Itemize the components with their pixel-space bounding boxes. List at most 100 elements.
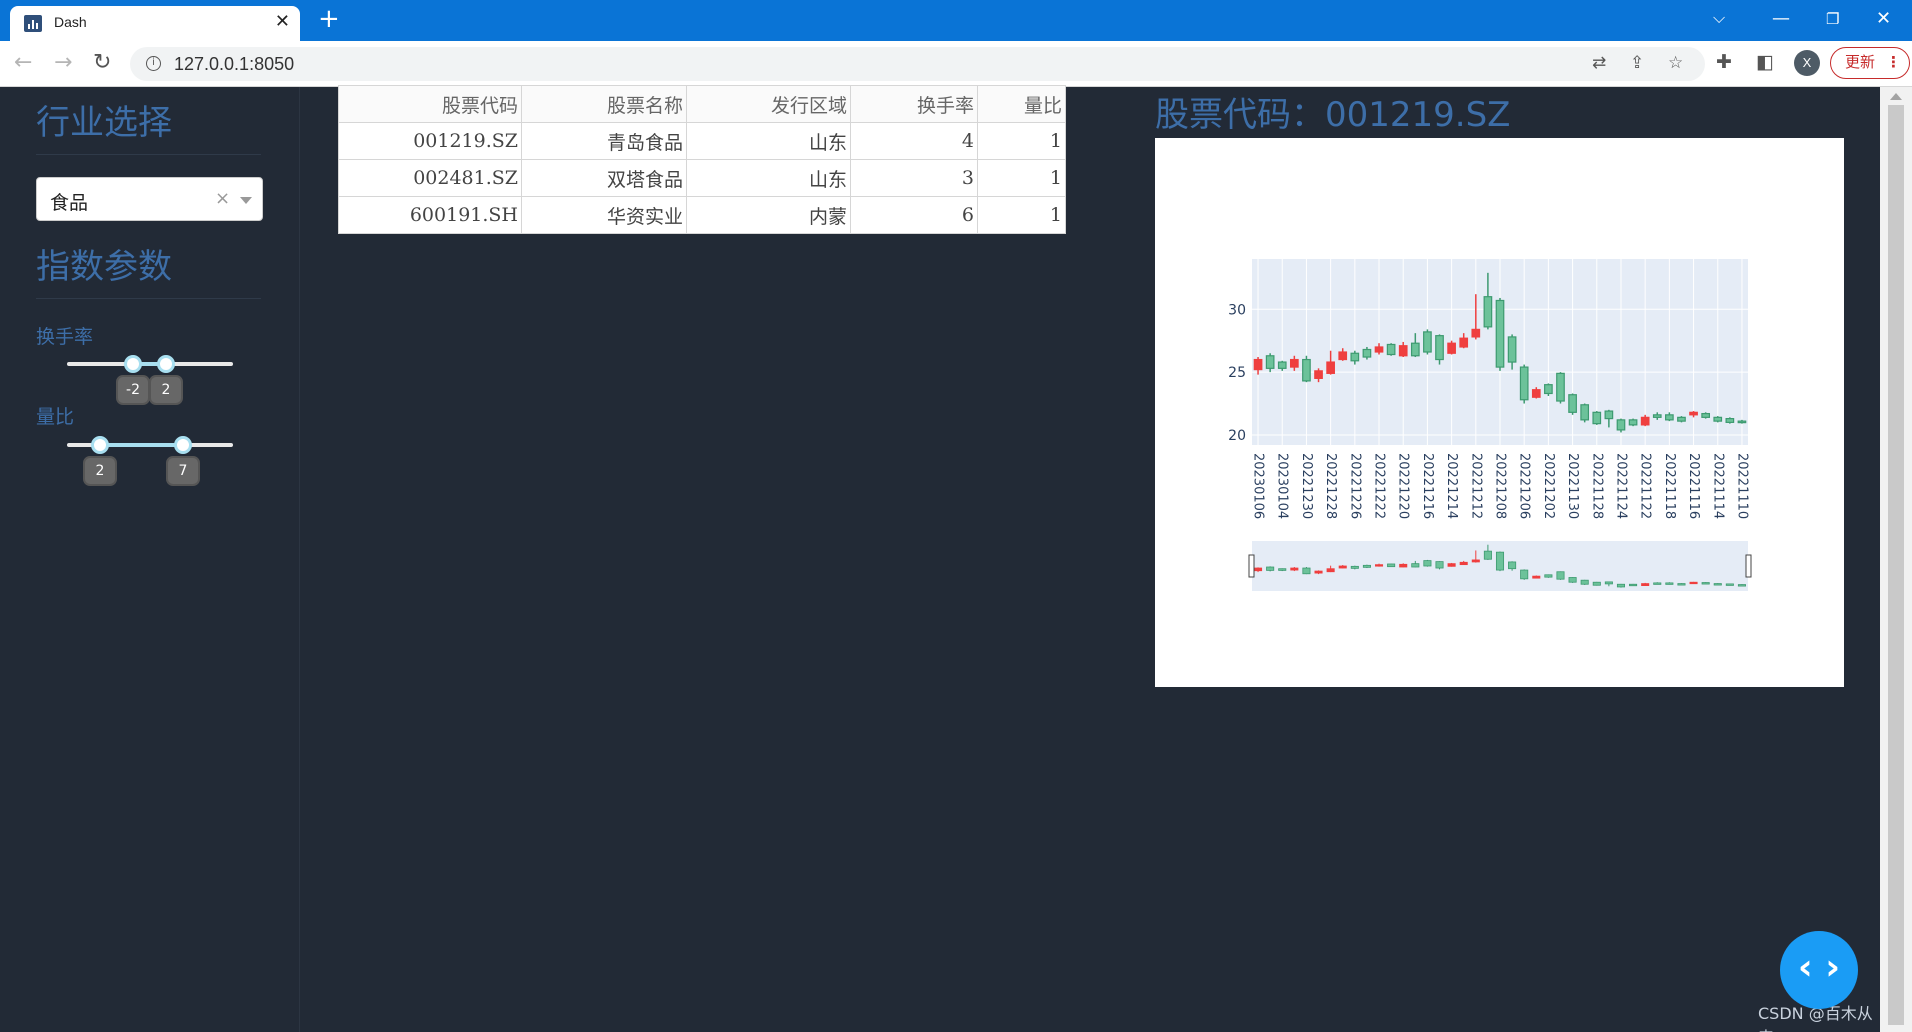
address-bar[interactable]: i 127.0.0.1:8050 ⇄ ⇪ ☆ [130,47,1705,81]
extensions-puzzle-icon[interactable]: ✚ [1716,51,1732,73]
x-tick-label: 20221118 [1662,453,1677,519]
turnover-range-slider[interactable]: -2 2 [67,355,233,405]
back-arrow-icon[interactable]: ← [14,50,32,75]
table-cell[interactable]: 3 [850,159,978,197]
table-cell[interactable]: 001219.SZ [338,122,522,160]
volume-ratio-label: 量比 [36,406,75,428]
candle-body [1410,342,1420,357]
share-icon[interactable]: ⇪ [1630,53,1644,73]
new-tab-button[interactable]: + [318,4,340,34]
profile-avatar[interactable]: X [1794,50,1820,76]
x-tick-label: 20221208 [1493,453,1508,519]
y-tick-label: 20 [1228,428,1246,444]
candle-body [1531,389,1541,398]
candle-body [1544,384,1553,395]
slider-handle-min[interactable] [91,436,109,454]
candle-body [1374,346,1384,353]
column-header-turnover[interactable]: 换手率 [850,85,978,123]
x-tick-label: 20230106 [1251,453,1266,519]
table-cell[interactable]: 002481.SZ [338,159,522,197]
scrollbar-thumb[interactable] [1888,105,1904,1025]
slider-handle-min[interactable] [124,355,142,373]
rangeslider-candle [1653,582,1662,585]
candle-body [1350,352,1360,362]
rangeslider-candle [1399,563,1408,568]
candle-body [1398,345,1408,357]
window-close-icon[interactable]: ✕ [1876,8,1891,29]
translate-icon[interactable]: ⇄ [1592,53,1606,73]
table-row[interactable]: 002481.SZ 双塔食品 山东 3 1 [338,159,1066,197]
table-cell[interactable]: 山东 [686,122,851,160]
side-panel-icon[interactable]: ◧ [1756,51,1774,73]
table-cell[interactable]: 内蒙 [686,196,851,234]
slider-handle-max[interactable] [174,436,192,454]
dash-favicon-icon [24,15,42,32]
dev-tools-fab[interactable]: ‹ › [1780,931,1858,1009]
candle-body [1604,410,1614,420]
column-header-name[interactable]: 股票名称 [521,85,687,123]
table-cell[interactable]: 4 [850,122,978,160]
minimize-icon[interactable]: — [1772,8,1790,29]
table-cell[interactable]: 双塔食品 [521,159,687,197]
clear-icon[interactable]: × [215,188,230,209]
dropdown-arrow-icon[interactable] [240,197,252,204]
bookmark-star-icon[interactable]: ☆ [1668,53,1683,73]
x-tick-label: 20221228 [1323,453,1338,519]
rangeslider-candle [1580,579,1589,585]
rangeslider-candle [1568,577,1577,583]
table-cell[interactable]: 1 [977,122,1066,160]
slider-tooltip-max: 7 [166,456,200,486]
scroll-up-arrow-icon[interactable] [1890,93,1902,100]
rangeslider-right-grabber[interactable] [1745,554,1752,578]
volume-ratio-range-slider[interactable]: 2 7 [67,436,233,486]
table-row[interactable]: 001219.SZ 青岛食品 山东 4 1 [338,122,1066,160]
rangeslider-candle [1278,568,1287,571]
x-tick-label: 20221124 [1613,453,1628,519]
column-header-volume-ratio[interactable]: 量比 [977,85,1066,123]
rangeslider-candle [1254,567,1263,572]
browser-tab[interactable]: Dash ✕ [10,6,300,41]
candlestick-chart-svg[interactable]: 20 25 30 20230106 20230104 20221230 20221228 20… [1155,138,1844,687]
rangeslider-candle [1677,583,1686,586]
industry-dropdown[interactable]: 食品 × [36,177,263,221]
rangeslider-candle [1495,551,1505,571]
restore-icon[interactable]: ❐ [1826,10,1839,28]
table-cell[interactable]: 华资实业 [521,196,687,234]
x-tick-label: 20221226 [1347,453,1362,519]
candle-body [1519,366,1529,401]
table-cell[interactable]: 山东 [686,159,851,197]
rangeslider-candle [1350,565,1359,569]
more-menu-icon[interactable]: ⋮ [1886,48,1901,77]
candle-body [1447,342,1456,354]
table-cell[interactable]: 600191.SH [338,196,522,234]
rangeslider-candle [1314,570,1323,574]
forward-arrow-icon[interactable]: → [54,50,72,75]
table-cell[interactable]: 1 [977,196,1066,234]
candle-body [1362,348,1372,358]
candle-body [1677,416,1686,422]
candle-body [1386,343,1396,356]
column-header-region[interactable]: 发行区域 [686,85,851,123]
site-info-icon[interactable]: i [146,56,161,71]
rangeslider-candle [1290,567,1299,571]
slider-handle-max[interactable] [157,355,175,373]
table-row[interactable]: 600191.SH 华资实业 内蒙 6 1 [338,196,1066,234]
stock-table: 股票代码 股票名称 发行区域 换手率 量比 001219.SZ 青岛食品 山东 … [338,85,1066,234]
rangeslider-left-grabber[interactable] [1248,554,1255,578]
x-tick-label: 20221230 [1299,453,1314,519]
candlestick-chart[interactable]: 20 25 30 20230106 20230104 20221230 20221228 20… [1155,138,1844,687]
table-cell[interactable]: 1 [977,159,1066,197]
close-tab-icon[interactable]: ✕ [275,11,290,32]
update-button[interactable]: 更新 ⋮ [1830,47,1910,79]
column-header-code[interactable]: 股票代码 [338,85,522,123]
candle-body [1580,404,1590,421]
reload-icon[interactable]: ↻ [93,50,111,75]
table-cell[interactable]: 6 [850,196,978,234]
tab-search-chevron-icon[interactable]: ⌵ [1713,8,1725,28]
rangeslider-candle [1326,568,1335,573]
url-text[interactable]: 127.0.0.1:8050 [174,54,294,75]
x-tick-label: 20230104 [1275,453,1290,519]
page-scrollbar[interactable] [1880,87,1912,1032]
rangeslider-candle [1374,564,1384,567]
table-cell[interactable]: 青岛食品 [521,122,687,160]
